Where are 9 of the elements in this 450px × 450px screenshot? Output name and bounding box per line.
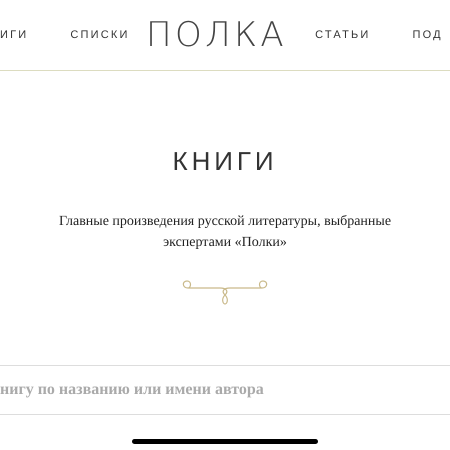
- nav-link[interactable]: СПИСКИ: [70, 26, 130, 44]
- page-description: Главные произведения русской литературы, выбранные экспертами «Полки»: [58, 213, 392, 252]
- nav-link[interactable]: СТАТЬИ: [315, 26, 371, 44]
- nav-link[interactable]: ПОД: [412, 26, 443, 44]
- page-title: КНИГИ: [172, 148, 278, 174]
- search-field[interactable]: нигу по названию или имени автора: [0, 378, 450, 402]
- ornament-icon: [180, 279, 270, 307]
- logo[interactable]: ПОЛКА: [146, 14, 288, 56]
- nav-link[interactable]: ИГИ: [0, 26, 28, 44]
